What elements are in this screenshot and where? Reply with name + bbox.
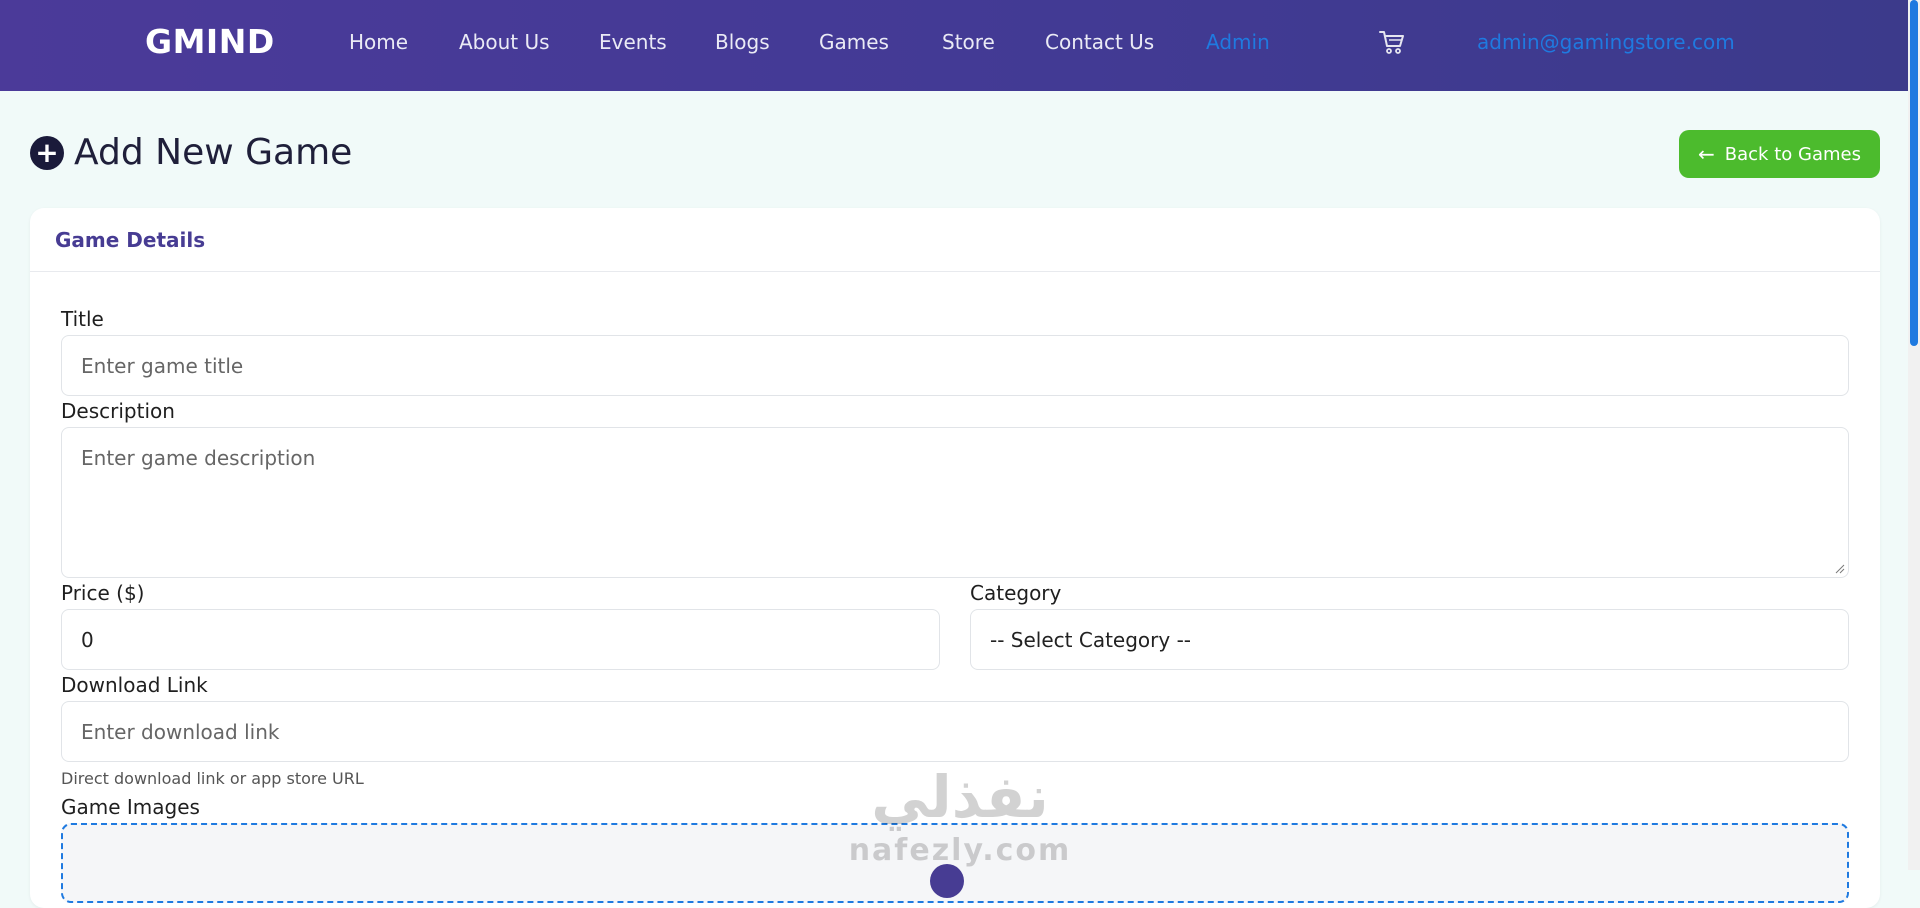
- nav-blogs[interactable]: Blogs: [715, 30, 770, 54]
- scrollbar-thumb[interactable]: [1910, 0, 1918, 346]
- brand-logo[interactable]: GMIND: [145, 22, 275, 61]
- download-link-input[interactable]: Enter download link: [61, 701, 1849, 762]
- description-label: Description: [61, 399, 175, 423]
- upload-icon: [930, 864, 964, 898]
- title-placeholder: Enter game title: [81, 353, 244, 378]
- cart-icon[interactable]: [1378, 28, 1406, 56]
- title-input[interactable]: Enter game title: [61, 335, 1849, 396]
- back-button-label: Back to Games: [1724, 143, 1861, 165]
- top-navbar: GMIND Home About Us Events Blogs Games S…: [0, 0, 1908, 91]
- user-email-link[interactable]: admin@gamingstore.com: [1477, 30, 1735, 54]
- category-selected-value: -- Select Category --: [990, 627, 1191, 652]
- back-to-games-button[interactable]: ← Back to Games: [1679, 130, 1880, 178]
- nav-store[interactable]: Store: [942, 30, 995, 54]
- nav-games[interactable]: Games: [819, 30, 889, 54]
- card-header: Game Details: [30, 208, 1880, 272]
- price-value: 0: [81, 627, 94, 652]
- nav-contact-us[interactable]: Contact Us: [1045, 30, 1154, 54]
- title-label: Title: [61, 307, 104, 331]
- game-images-label: Game Images: [61, 795, 200, 819]
- price-input[interactable]: 0: [61, 609, 940, 670]
- description-textarea[interactable]: Enter game description: [61, 427, 1849, 578]
- nav-admin[interactable]: Admin: [1206, 30, 1270, 54]
- nav-events[interactable]: Events: [599, 30, 667, 54]
- page-title: Add New Game: [74, 132, 353, 173]
- nav-home[interactable]: Home: [349, 30, 408, 54]
- arrow-left-icon: ←: [1698, 142, 1715, 166]
- download-link-placeholder: Enter download link: [81, 719, 280, 744]
- category-select[interactable]: -- Select Category --: [970, 609, 1849, 670]
- description-placeholder: Enter game description: [81, 446, 316, 470]
- nav-about-us[interactable]: About Us: [459, 30, 550, 54]
- download-link-help: Direct download link or app store URL: [61, 769, 364, 788]
- plus-circle-icon: +: [30, 136, 64, 170]
- category-label: Category: [970, 581, 1062, 605]
- resize-grip-icon[interactable]: [1835, 564, 1845, 574]
- price-label: Price ($): [61, 581, 145, 605]
- download-link-label: Download Link: [61, 673, 208, 697]
- card-title: Game Details: [55, 227, 206, 252]
